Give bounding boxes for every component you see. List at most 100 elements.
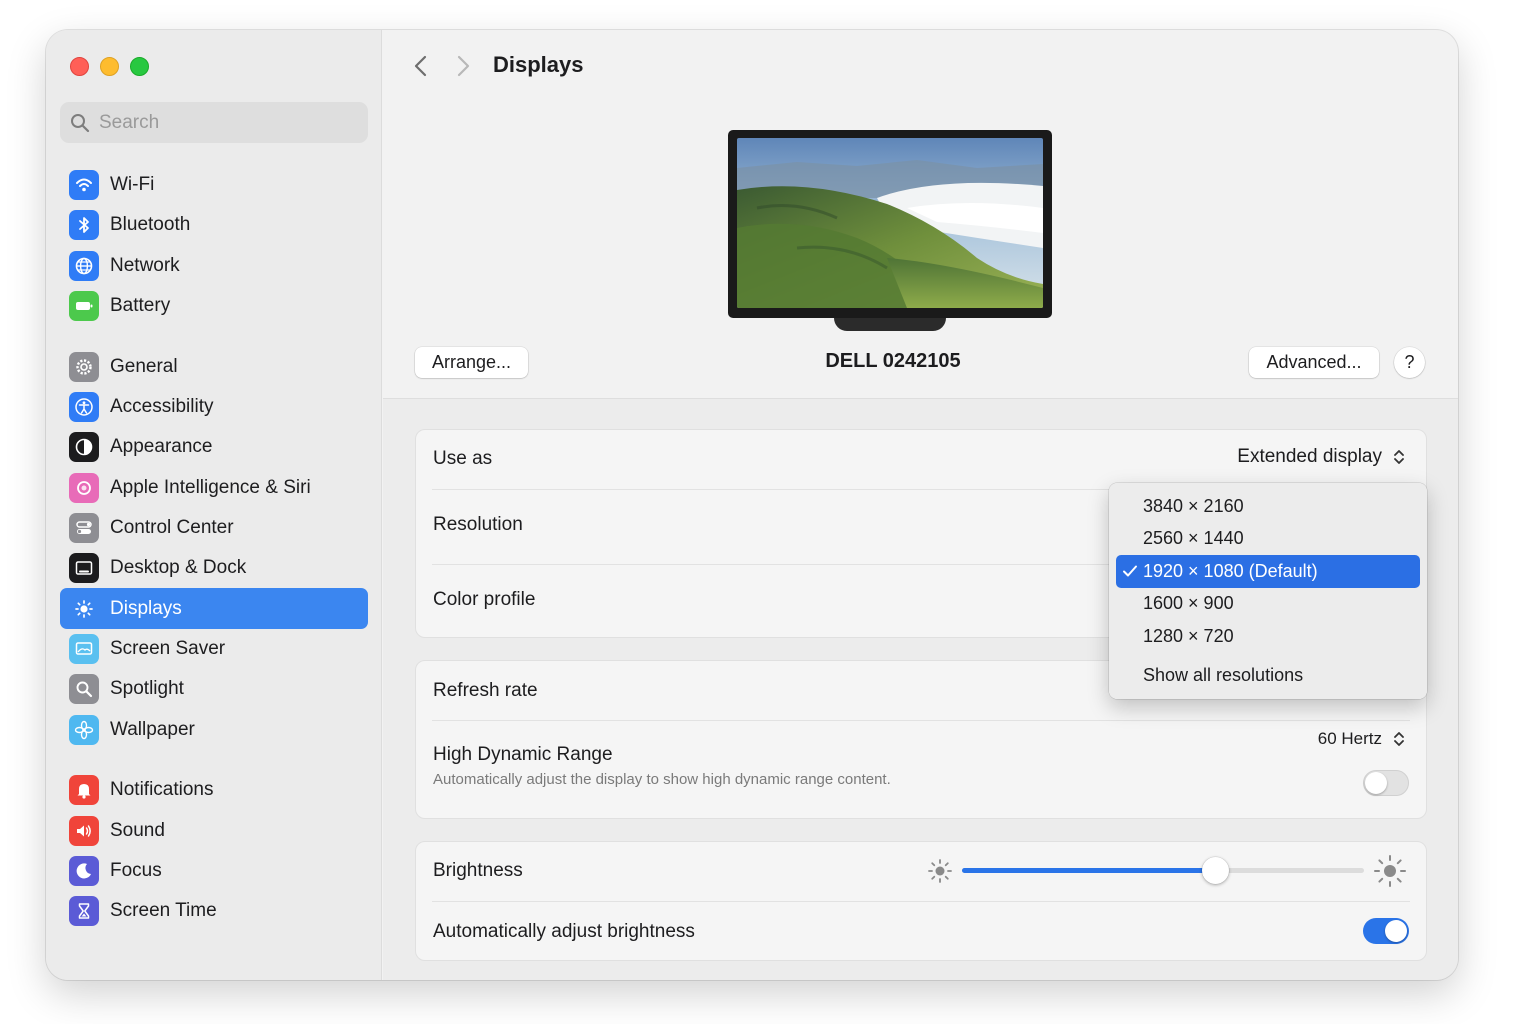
moon-icon — [69, 855, 99, 886]
resolution-option[interactable]: 1280 × 720 — [1116, 620, 1420, 653]
sidebar-item-label: Screen Time — [110, 900, 217, 922]
toolbar: Displays — [383, 30, 1458, 100]
sidebar-item-accessibility[interactable]: Accessibility — [60, 387, 368, 427]
sidebar-item-desktop-dock[interactable]: Desktop & Dock — [60, 548, 368, 588]
resolution-option[interactable]: 2560 × 1440 — [1116, 522, 1420, 555]
updown-chevron-icon — [1389, 445, 1409, 469]
sidebar-nav: Wi-Fi Bluetooth Network Battery General Acces… — [60, 165, 368, 931]
use-as-popup[interactable]: Extended display — [1237, 445, 1409, 469]
sidebar-item-appearance[interactable]: Appearance — [60, 427, 368, 467]
show-all-resolutions-option[interactable]: Show all resolutions — [1116, 659, 1420, 692]
settings-window: Wi-Fi Bluetooth Network Battery General Acces… — [46, 30, 1458, 980]
sidebar: Wi-Fi Bluetooth Network Battery General Acces… — [46, 30, 382, 980]
sidebar-item-label: Displays — [110, 597, 182, 619]
hdr-description: Automatically adjust the display to show… — [433, 771, 891, 788]
sidebar-item-label: General — [110, 355, 178, 377]
sun-large-icon — [1374, 855, 1406, 887]
window-controls — [70, 57, 149, 76]
sidebar-item-label: Sound — [110, 819, 165, 841]
globe-icon — [69, 250, 99, 281]
resolution-option[interactable]: 3840 × 2160 — [1116, 490, 1420, 523]
resolution-option-label: 1920 × 1080 (Default) — [1143, 560, 1318, 581]
sidebar-item-displays[interactable]: Displays — [60, 588, 368, 629]
zoom-window-button[interactable] — [130, 57, 149, 76]
auto-brightness-label: Automatically adjust brightness — [433, 921, 695, 942]
hdr-label: High Dynamic Range — [433, 744, 613, 765]
use-as-value: Extended display — [1237, 446, 1382, 467]
sidebar-item-label: Spotlight — [110, 678, 184, 700]
arrange-button[interactable]: Arrange... — [415, 347, 528, 378]
resolution-menu[interactable]: 3840 × 2160 2560 × 1440 1920 × 1080 (Defau… — [1109, 483, 1427, 699]
resolution-option-label: 1600 × 900 — [1143, 593, 1234, 614]
sidebar-item-label: Battery — [110, 295, 171, 317]
resolution-option[interactable]: 1920 × 1080 (Default) — [1116, 554, 1420, 588]
wallpaper-image — [737, 138, 1043, 308]
resolution-option-label: 2560 × 1440 — [1143, 528, 1244, 549]
control-center-icon — [69, 513, 99, 544]
sidebar-item-label: Control Center — [110, 517, 234, 539]
sidebar-item-apple-intelligence-siri[interactable]: Apple Intelligence & Siri — [60, 468, 368, 508]
brightness-slider[interactable] — [962, 857, 1364, 884]
sidebar-item-wi-fi[interactable]: Wi-Fi — [60, 165, 368, 205]
help-button[interactable]: ? — [1394, 347, 1425, 378]
resolution-label: Resolution — [433, 514, 523, 535]
refresh-rate-popup[interactable]: 60 Hertz — [1318, 727, 1409, 751]
auto-brightness-toggle[interactable] — [1363, 918, 1409, 944]
sidebar-item-label: Wallpaper — [110, 718, 195, 740]
display-name: DELL 0242105 — [825, 350, 961, 372]
advanced-button[interactable]: Advanced... — [1249, 347, 1379, 378]
resolution-option[interactable]: 1600 × 900 — [1116, 587, 1420, 620]
search-field[interactable] — [60, 102, 368, 143]
sidebar-item-control-center[interactable]: Control Center — [60, 508, 368, 548]
sidebar-item-label: Screen Saver — [110, 637, 226, 659]
search-input[interactable] — [99, 111, 339, 134]
speaker-icon — [69, 815, 99, 846]
sidebar-item-label: Notifications — [110, 779, 214, 801]
show-all-resolutions-label: Show all resolutions — [1143, 665, 1304, 685]
sidebar-item-bluetooth[interactable]: Bluetooth — [60, 205, 368, 245]
brightness-slider-knob[interactable] — [1202, 857, 1230, 884]
battery-icon — [69, 291, 99, 322]
page-title: Displays — [493, 52, 584, 77]
brightness-label: Brightness — [433, 860, 523, 881]
sidebar-item-battery[interactable]: Battery — [60, 286, 368, 326]
gear-icon — [69, 351, 99, 382]
appearance-icon — [69, 432, 99, 463]
sun-icon — [69, 594, 99, 624]
checkmark-icon — [1123, 565, 1137, 577]
sidebar-item-label: Network — [110, 254, 180, 276]
display-preview[interactable] — [728, 130, 1052, 334]
sidebar-item-notifications[interactable]: Notifications — [60, 770, 368, 810]
flower-icon — [69, 714, 99, 745]
close-window-button[interactable] — [70, 57, 89, 76]
sidebar-item-spotlight[interactable]: Spotlight — [60, 669, 368, 709]
sidebar-item-network[interactable]: Network — [60, 246, 368, 286]
sidebar-item-sound[interactable]: Sound — [60, 810, 368, 850]
brightness-row: Brightness — [416, 842, 1426, 901]
sidebar-item-general[interactable]: General — [60, 347, 368, 387]
chevron-right-icon[interactable] — [453, 54, 473, 78]
minimize-window-button[interactable] — [100, 57, 119, 76]
magnifier-icon — [69, 674, 99, 705]
screen-saver-icon — [69, 633, 99, 664]
use-as-row: Use as Extended display — [416, 430, 1426, 489]
sidebar-item-screen-time[interactable]: Screen Time — [60, 891, 368, 931]
refresh-rate-label: Refresh rate — [433, 680, 538, 701]
sidebar-item-screen-saver[interactable]: Screen Saver — [60, 629, 368, 669]
hdr-toggle[interactable] — [1363, 770, 1409, 796]
sidebar-item-label: Desktop & Dock — [110, 557, 247, 579]
dock-icon — [69, 553, 99, 584]
chevron-left-icon[interactable] — [411, 54, 431, 78]
use-as-label: Use as — [433, 448, 493, 469]
sidebar-item-label: Wi-Fi — [110, 174, 155, 196]
hourglass-icon — [69, 896, 99, 927]
sidebar-item-wallpaper[interactable]: Wallpaper — [60, 709, 368, 749]
sidebar-item-label: Bluetooth — [110, 214, 191, 236]
sun-small-icon — [928, 859, 952, 883]
divider — [432, 720, 1410, 721]
sidebar-item-label: Apple Intelligence & Siri — [110, 476, 311, 498]
sidebar-item-focus[interactable]: Focus — [60, 851, 368, 891]
auto-brightness-row: Automatically adjust brightness — [416, 902, 1426, 962]
